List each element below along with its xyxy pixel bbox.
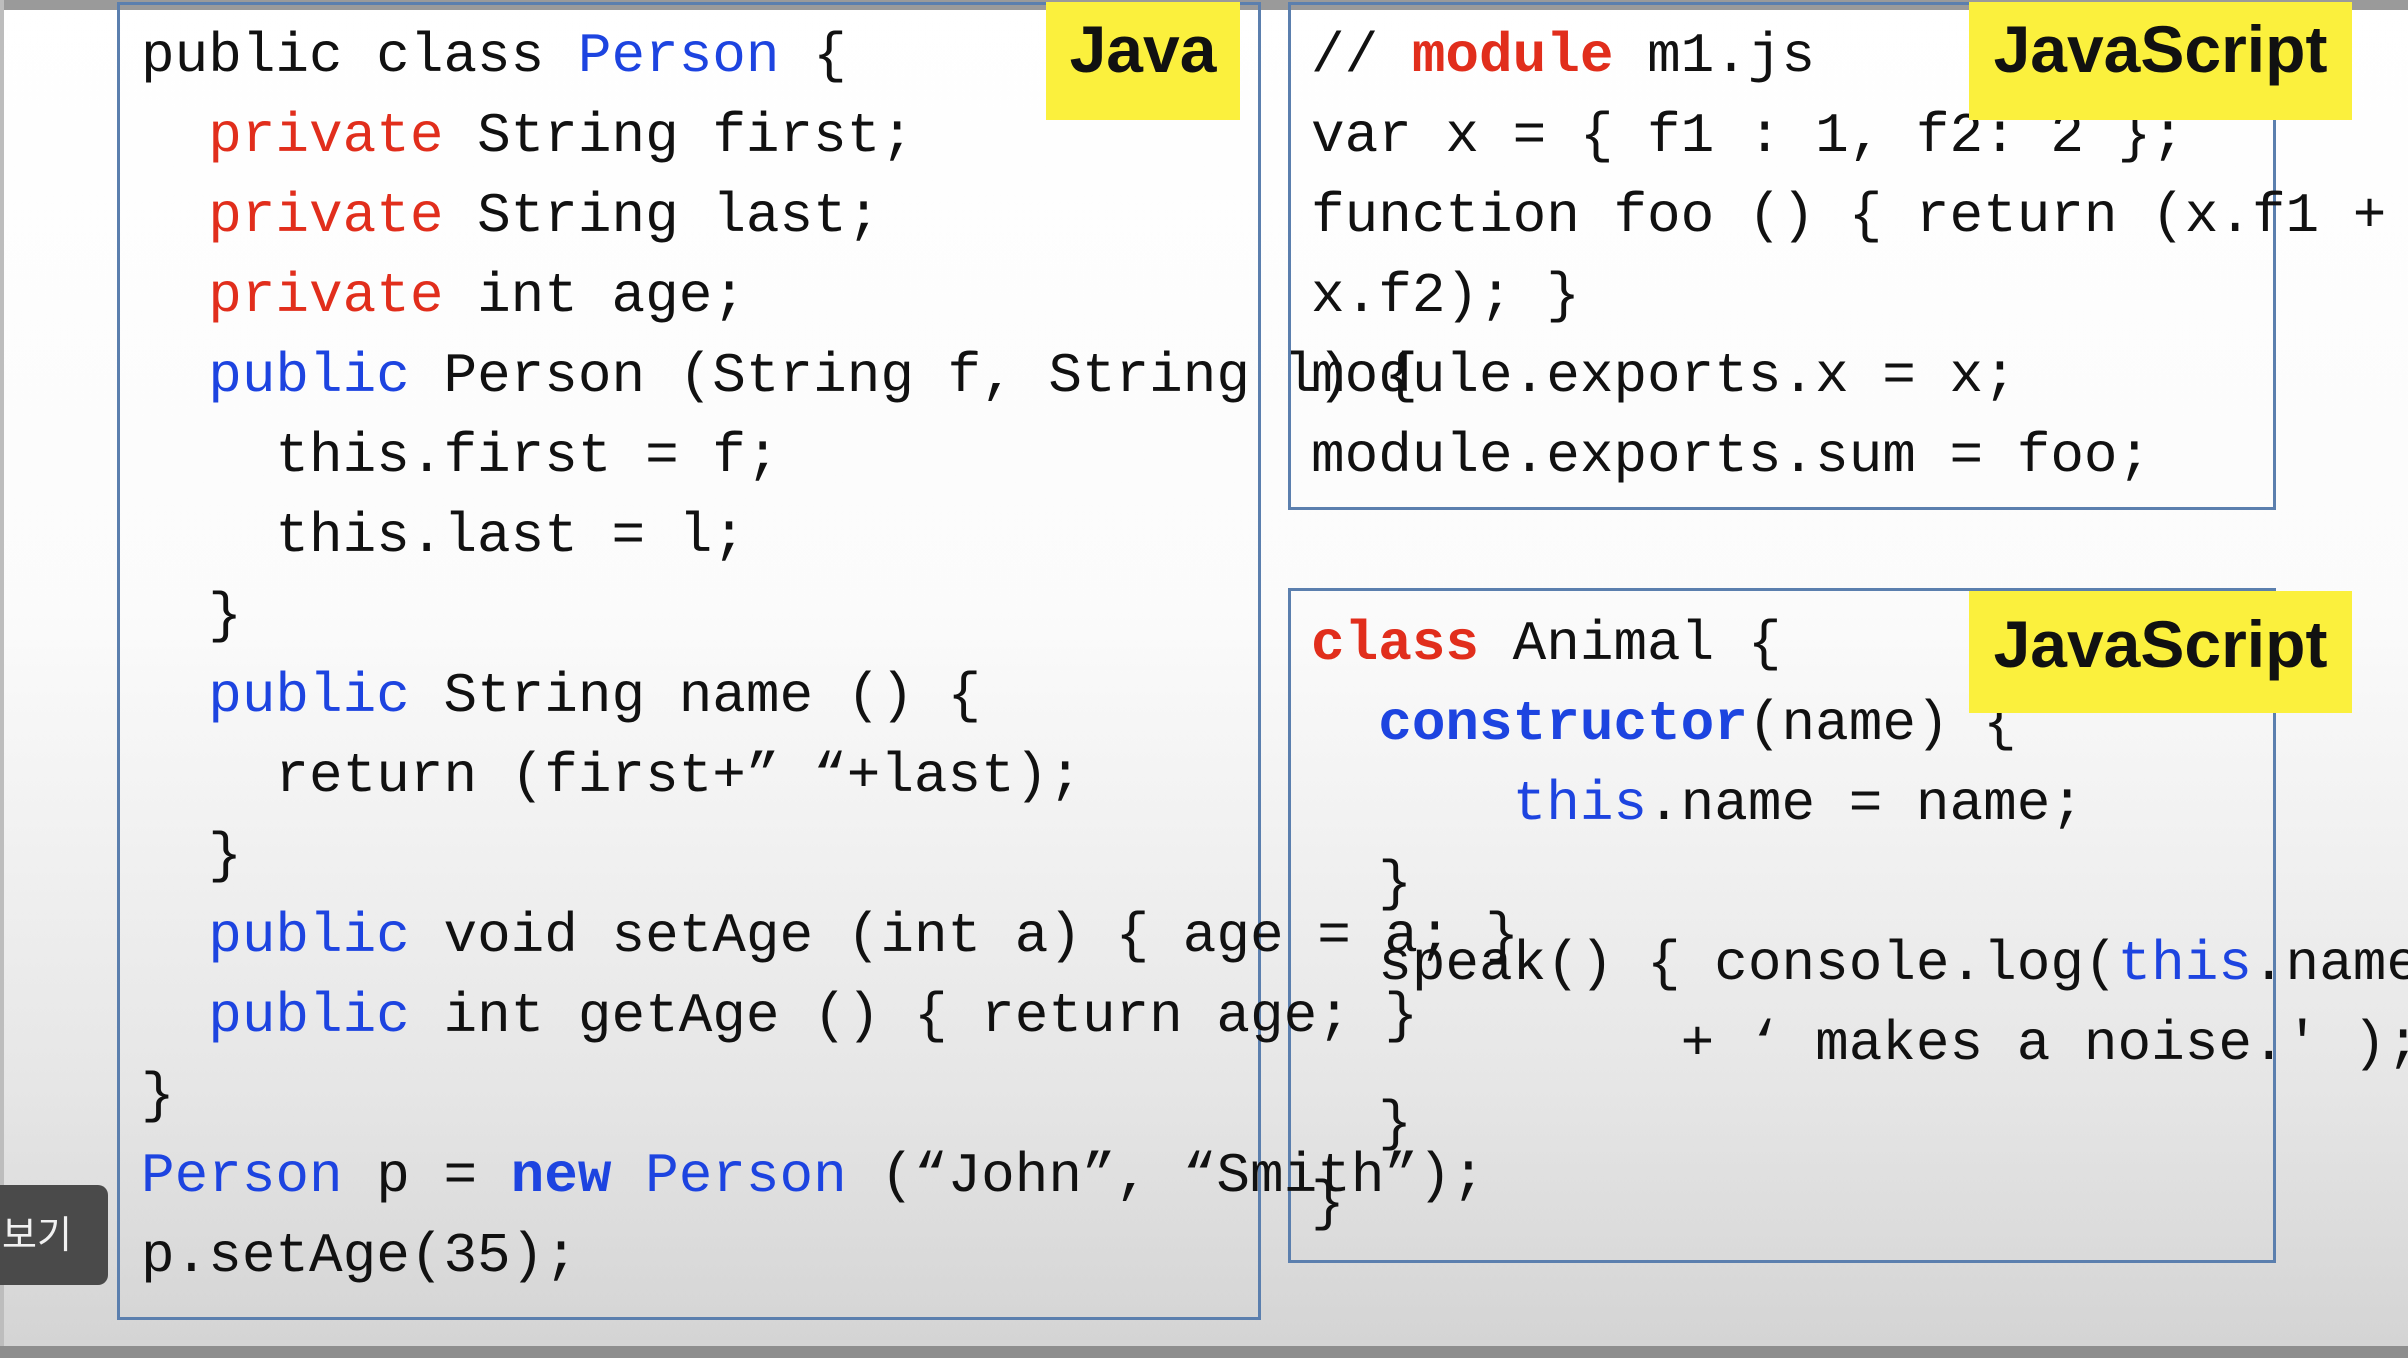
code-line: x.f2); } (1311, 256, 2386, 336)
code-text: // (1311, 24, 1412, 88)
code-keyword: Person (577, 24, 780, 88)
code-keyword: public (208, 984, 410, 1048)
code-text: { (779, 24, 847, 88)
code-text: p = (342, 1144, 511, 1208)
code-text: int getAge () { return age; } (409, 984, 1419, 1048)
bottom-border-strip (0, 1346, 2408, 1358)
code-text: + ‘ makes a noise.' ); (1311, 1012, 2408, 1076)
code-text: } (1311, 1092, 1412, 1156)
code-text: int age; (443, 264, 746, 328)
left-edge-strip (0, 0, 4, 1358)
code-text: } (141, 584, 242, 648)
code-keyword: public (208, 904, 410, 968)
code-text: this.last = l; (141, 504, 746, 568)
code-line: } (1311, 1164, 2408, 1244)
code-line: speak() { console.log(this.name (1311, 924, 2408, 1004)
code-line: function foo () { return (x.f1 + (1311, 176, 2386, 256)
code-line: this.last = l; (141, 496, 1519, 576)
code-line: module.exports.sum = foo; (1311, 416, 2386, 496)
code-keyword: this (1512, 772, 1648, 836)
code-keyword: private (208, 184, 444, 248)
code-line: } (1311, 1084, 2408, 1164)
view-toggle-button[interactable]: 보기 (0, 1185, 108, 1285)
code-line: this.name = name; (1311, 764, 2408, 844)
code-line: + ‘ makes a noise.' ); (1311, 1004, 2408, 1084)
code-text: .name = name; (1647, 772, 2084, 836)
code-text: .name (2251, 932, 2408, 996)
code-text: function foo () { return (x.f1 + (1311, 184, 2387, 248)
code-text: module.exports.x = x; (1311, 344, 2017, 408)
code-text: Animal { (1479, 612, 1782, 676)
code-text: String last; (443, 184, 881, 248)
code-text: String first; (443, 104, 914, 168)
code-keyword: module (1411, 24, 1614, 88)
code-line: } (1311, 844, 2408, 924)
code-text: } (1311, 1172, 1345, 1236)
code-text: speak() { console.log( (1311, 932, 2118, 996)
code-text: String name () { (409, 664, 982, 728)
javascript-module-language-badge: JavaScript (1969, 2, 2352, 120)
java-language-badge: Java (1046, 2, 1240, 120)
code-keyword: this (2117, 932, 2252, 996)
code-text: } (141, 824, 242, 888)
code-keyword: Person (141, 1144, 343, 1208)
code-keyword: public (208, 344, 410, 408)
code-text: public class (141, 24, 578, 88)
code-line: module.exports.x = x; (1311, 336, 2386, 416)
code-text: } (1311, 852, 1412, 916)
code-keyword: private (208, 264, 444, 328)
code-keyword: public (208, 664, 410, 728)
code-keyword: private (208, 104, 444, 168)
code-keyword: new (510, 1144, 612, 1208)
code-text: m1.js (1613, 24, 1816, 88)
code-text: Person (String f, String l) { (409, 344, 1419, 408)
code-text: this.first = f; (141, 424, 780, 488)
javascript-class-language-badge: JavaScript (1969, 591, 2352, 713)
code-keyword: Person (645, 1144, 847, 1208)
code-keyword: class (1311, 612, 1480, 676)
code-text: } (141, 1064, 175, 1128)
code-text: p.setAge(35); (141, 1224, 578, 1288)
code-keyword: constructor (1378, 692, 1748, 756)
code-text: x.f2); } (1311, 264, 1580, 328)
code-text: module.exports.sum = foo; (1311, 424, 2152, 488)
code-text: return (first+” “+last); (141, 744, 1082, 808)
